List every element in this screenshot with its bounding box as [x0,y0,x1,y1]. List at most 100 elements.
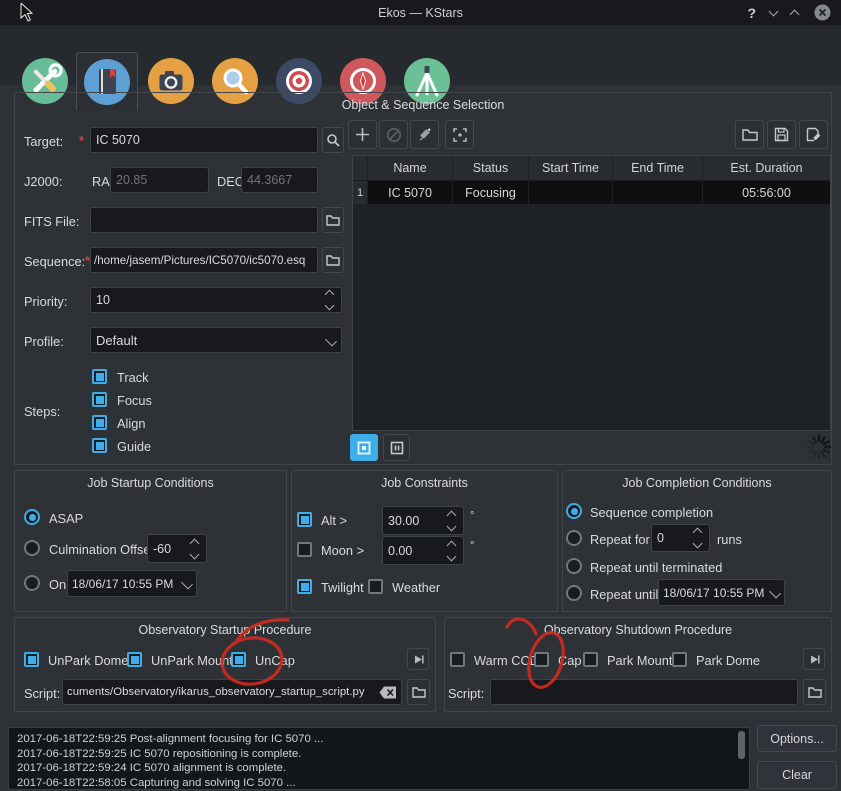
until-datetime-value: 18/06/17 10:55 PM [663,585,765,600]
alt-input[interactable] [388,513,445,528]
priority-spinbox[interactable] [90,287,342,313]
spin-down-icon[interactable] [189,549,200,559]
park-mount-checkbox[interactable] [583,652,598,667]
table-row[interactable]: 1 IC 5070 Focusing 05:56:00 [353,181,830,204]
repeat-runs-spinbox[interactable] [651,524,710,552]
uncap-checkbox[interactable] [231,652,246,667]
culmination-spinbox[interactable] [147,534,207,563]
spin-up-icon[interactable] [446,540,457,550]
clear-text-icon[interactable] [379,686,397,699]
runs-label: runs [717,532,742,547]
help-button[interactable]: ? [747,5,756,21]
repeat-until-radio[interactable] [566,585,582,601]
stop-scheduler-button[interactable] [350,434,378,461]
add-job-button[interactable] [348,120,377,149]
sequence-field[interactable] [90,247,318,273]
clear-log-button[interactable]: Clear [757,761,837,789]
unpark-dome-label: UnPark Dome [48,653,129,668]
profile-combobox[interactable]: Default [90,327,342,353]
spin-up-icon[interactable] [189,538,200,548]
twilight-checkbox[interactable] [297,579,312,594]
title-bar: Ekos — KStars ? [0,0,841,25]
spin-up-icon[interactable] [692,527,703,538]
spin-up-icon[interactable] [446,510,457,520]
unpark-dome-checkbox[interactable] [24,652,39,667]
moon-spinbox[interactable] [382,536,464,565]
run-shutdown-button[interactable] [803,648,825,670]
run-startup-button[interactable] [407,648,429,670]
sequence-completion-radio[interactable] [566,503,582,519]
asap-radio[interactable] [24,509,40,525]
pause-scheduler-button[interactable] [383,434,410,461]
log-scrollbar[interactable] [738,731,745,759]
on-date-radio[interactable] [24,575,40,591]
startup-script-field[interactable] [62,679,402,705]
close-button[interactable] [814,4,831,21]
fits-file-field[interactable] [90,207,318,233]
jobs-table[interactable]: Name Status Start Time End Time Est. Dur… [352,155,831,431]
shutdown-script-field[interactable] [490,679,798,705]
ra-field[interactable] [110,167,209,193]
startup-script-browse-button[interactable] [407,679,430,705]
target-input[interactable] [96,133,312,147]
spin-down-icon[interactable] [446,521,457,531]
moon-checkbox[interactable] [297,542,312,557]
load-queue-button[interactable] [735,120,764,149]
select-frame-button[interactable] [445,120,474,149]
park-dome-checkbox[interactable] [672,652,687,667]
col-status[interactable]: Status [453,156,529,180]
step-align-checkbox[interactable] [92,415,107,430]
culmination-radio[interactable] [24,540,40,556]
save-queue-button[interactable] [767,120,796,149]
ra-input[interactable] [116,173,203,187]
priority-input[interactable] [96,293,323,307]
object-sequence-title: Object & Sequence Selection [341,98,505,112]
stop-icon [357,441,371,454]
repeat-runs-input[interactable] [657,531,691,545]
shutdown-script-input[interactable] [496,685,792,699]
edit-job-button[interactable] [410,120,439,149]
cap-checkbox[interactable] [534,652,549,667]
spin-up-icon[interactable] [324,289,335,300]
scheduler-log[interactable]: 2017-06-18T22:59:25 Post-alignment focus… [8,727,750,790]
save-queue-as-button[interactable] [799,120,828,149]
job-completion-title: Job Completion Conditions [622,476,772,490]
dec-input[interactable] [247,173,312,187]
col-start-time[interactable]: Start Time [529,156,613,180]
fits-file-input[interactable] [96,213,312,227]
dec-field[interactable] [241,167,318,193]
spin-down-icon[interactable] [446,551,457,561]
moon-input[interactable] [388,543,445,558]
alt-checkbox[interactable] [297,512,312,527]
spin-down-icon[interactable] [324,300,335,311]
col-end-time[interactable]: End Time [613,156,703,180]
target-field[interactable] [90,127,318,153]
sequence-browse-button[interactable] [322,247,344,273]
spin-down-icon[interactable] [692,538,703,549]
step-guide-checkbox[interactable] [92,438,107,453]
repeat-for-radio[interactable] [566,530,582,546]
col-name[interactable]: Name [368,156,453,180]
play-icon [810,655,820,663]
maximize-icon[interactable] [789,9,800,20]
fits-browse-button[interactable] [322,207,344,233]
repeat-terminated-radio[interactable] [566,558,582,574]
remove-job-button[interactable] [379,120,408,149]
culmination-input[interactable] [153,541,188,556]
step-focus-checkbox[interactable] [92,392,107,407]
startup-script-input[interactable] [67,686,377,698]
warm-ccd-checkbox[interactable] [450,652,465,667]
weather-checkbox[interactable] [368,579,383,594]
start-datetime-combobox[interactable]: 18/06/17 10:55 PM [67,570,197,597]
step-track-checkbox[interactable] [92,369,107,384]
startup-script-label: Script: [24,686,61,701]
col-est-duration[interactable]: Est. Duration [703,156,830,180]
shade-icon[interactable] [768,6,779,16]
find-object-button[interactable] [322,127,344,153]
options-button[interactable]: Options... [757,725,837,752]
until-datetime-combobox[interactable]: 18/06/17 10:55 PM [658,579,785,606]
unpark-mount-checkbox[interactable] [127,652,142,667]
alt-spinbox[interactable] [382,506,464,535]
shutdown-script-browse-button[interactable] [803,679,826,705]
sequence-input[interactable] [94,253,314,267]
